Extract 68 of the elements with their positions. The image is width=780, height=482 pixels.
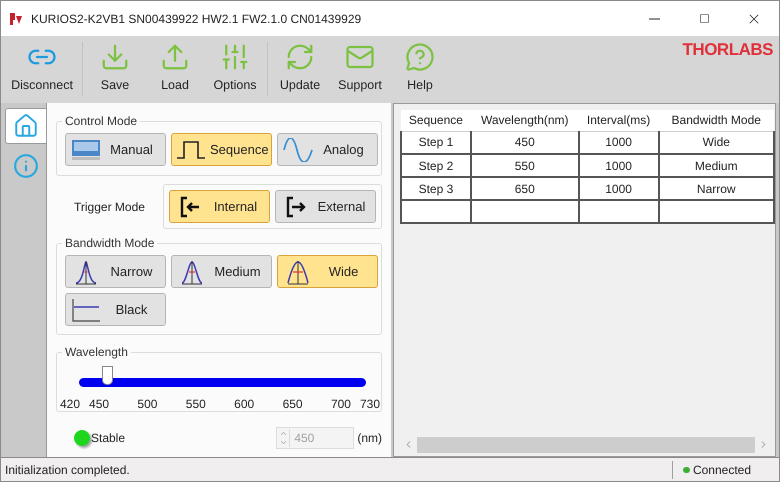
window-title: KURIOS2-K2VB1 SN00439922 HW2.1 FW2.1.0 CN01439929 [31,10,362,28]
table-cell: 650 [470,177,579,200]
upload-icon [160,42,190,72]
app-icon [8,10,24,26]
table-cell: 1000 [578,154,658,177]
toolbar-button[interactable]: Save [85,42,145,98]
table-cell: Medium [658,154,774,177]
side-tab[interactable] [5,108,46,144]
tick-label: 550 [186,397,206,411]
home-icon [13,113,39,139]
exit-icon [285,196,307,218]
mode-button[interactable]: Black [65,293,166,326]
toolbar-button[interactable]: Support [330,42,390,98]
minimize-icon [648,18,660,20]
status-label: Stable [91,430,126,447]
peak-curve-icon [287,258,309,284]
status-message: Initialization completed. [5,462,130,478]
column-header[interactable]: Sequence [401,110,471,131]
tick-label: 600 [234,397,254,411]
mode-button[interactable]: Internal [169,190,270,223]
sliders-icon [220,42,250,72]
tick-label: 420 [60,397,80,411]
mode-button[interactable]: Analog [277,133,378,166]
toolbar-button[interactable]: Update [270,42,330,98]
slider-thumb[interactable] [102,366,113,385]
column-header[interactable]: Interval(ms) [578,110,658,131]
table-cell: 550 [470,154,579,177]
table-cell: 450 [470,131,579,154]
table-cell: 1000 [578,177,658,200]
tick-label: 500 [137,397,158,411]
mode-button[interactable]: Narrow [65,255,166,288]
info-icon [12,153,38,179]
monitor-icon [71,138,101,162]
unit-label: (nm) [357,430,382,447]
tick-label: 450 [89,397,110,411]
table-cell: Narrow [658,177,774,200]
peak-curve-icon [181,258,203,284]
trigger-mode-label: Trigger Mode [73,198,146,216]
table-cell: Step 2 [401,154,471,177]
connection-status: Connected [692,462,751,478]
tick-label: 700 [330,397,351,411]
help-icon [405,42,435,72]
tick-label: 730 [360,397,380,411]
toolbar-button[interactable]: Disconnect [4,42,80,98]
mode-button[interactable]: Wide [277,255,378,288]
toolbar-button[interactable]: Help [390,42,450,98]
enter-icon [179,196,201,218]
flat-line-icon [71,298,101,322]
sine-wave-icon [283,138,313,162]
mode-button[interactable]: Sequence [171,133,272,166]
logo: THORLABS [682,39,773,61]
toolbar-button[interactable]: Options [205,42,265,98]
mode-button[interactable]: Manual [65,133,166,166]
column-header[interactable]: Wavelength(nm) [470,110,579,131]
refresh-icon [285,42,315,72]
toolbar-button[interactable]: Load [145,42,205,98]
mode-button[interactable]: Medium [171,255,272,288]
column-header[interactable]: Bandwidth Mode [658,110,774,131]
peak-curve-icon [75,258,97,284]
group-title: Wavelength [62,344,131,360]
maximize-icon [698,13,710,24]
table-cell: Step 1 [401,131,471,154]
table-cell: Wide [658,131,774,154]
table-cell: 1000 [578,131,658,154]
tick-label: 650 [282,397,303,411]
download-icon [100,42,130,72]
mode-button[interactable]: External [275,190,376,223]
table-cell: Step 3 [401,177,471,200]
